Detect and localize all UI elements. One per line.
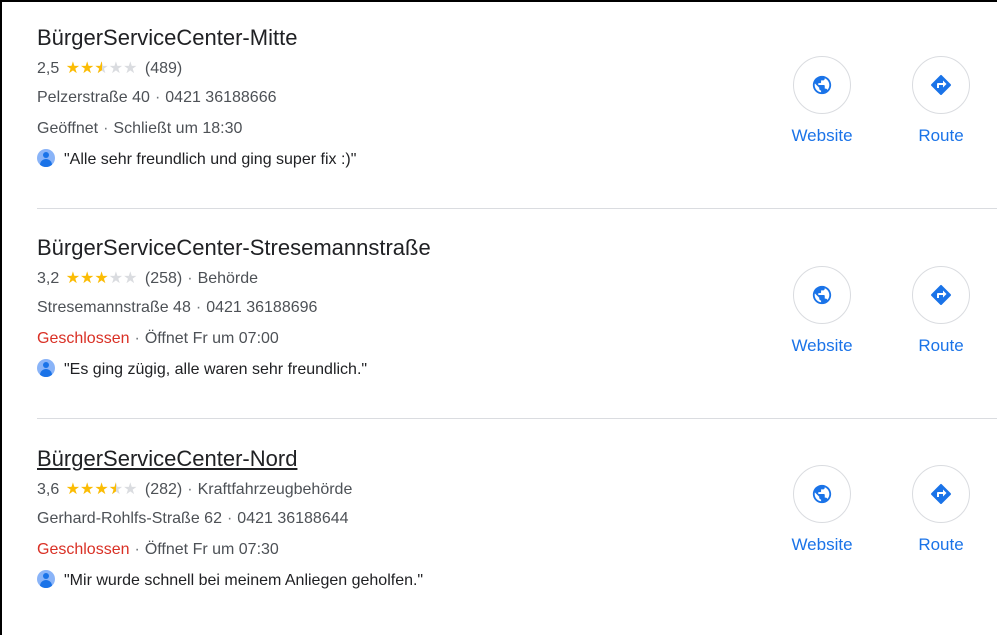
route-button[interactable]: Route — [896, 266, 986, 356]
phone: 0421 36188696 — [206, 299, 318, 316]
review-count[interactable]: (282) — [145, 481, 182, 498]
address: Gerhard-Rohlfs-Straße 62 — [37, 510, 222, 527]
review-snippet: "Mir wurde schnell bei meinem Anliegen g… — [64, 572, 424, 589]
website-button-circle[interactable] — [793, 266, 851, 324]
person-avatar-icon — [37, 149, 55, 167]
website-label[interactable]: Website — [777, 126, 867, 146]
open-status: Geöffnet — [37, 120, 99, 137]
hours-line: Geschlossen · Öffnet Fr um 07:00 — [37, 330, 279, 347]
star-rating: ★★★★★ — [65, 270, 138, 287]
rating-line: 3,2 ★★★★★ (258) · Behörde — [37, 270, 259, 287]
person-avatar-icon — [37, 570, 55, 588]
website-button-circle[interactable] — [793, 465, 851, 523]
website-label[interactable]: Website — [777, 336, 867, 356]
category: Behörde — [197, 270, 259, 287]
website-button[interactable]: Website — [777, 266, 867, 356]
route-button-circle[interactable] — [912, 465, 970, 523]
route-button[interactable]: Route — [896, 56, 986, 146]
closed-status: Geschlossen — [37, 330, 130, 347]
address-line: Pelzerstraße 40 · 0421 36188666 — [37, 89, 277, 106]
star-rating: ★★★★★ — [66, 480, 138, 500]
place-name[interactable]: BürgerServiceCenter-Mitte — [37, 25, 297, 51]
globe-icon — [812, 75, 832, 95]
phone: 0421 36188666 — [165, 89, 277, 106]
closed-status: Geschlossen — [37, 541, 130, 558]
address: Stresemannstraße 48 — [37, 299, 191, 316]
review-count[interactable]: (489) — [145, 60, 182, 77]
review-snippet: "Es ging zügig, alle waren sehr freundli… — [64, 361, 368, 378]
phone: 0421 36188644 — [237, 510, 349, 527]
hours-line: Geöffnet · Schließt um 18:30 — [37, 120, 243, 137]
review-snippet-line: "Es ging zügig, alle waren sehr freundli… — [37, 359, 367, 380]
website-label[interactable]: Website — [777, 535, 867, 555]
website-button[interactable]: Website — [777, 465, 867, 555]
review-snippet: "Alle sehr freundlich und ging super fix… — [64, 151, 357, 168]
review-count[interactable]: (258) — [145, 270, 182, 287]
hours-text: Öffnet Fr um 07:30 — [144, 541, 279, 558]
review-snippet-line: "Alle sehr freundlich und ging super fix… — [37, 149, 356, 170]
address-line: Gerhard-Rohlfs-Straße 62 · 0421 36188644 — [37, 510, 349, 527]
review-snippet-line: "Mir wurde schnell bei meinem Anliegen g… — [37, 570, 423, 591]
rating-line: 3,6 ★★★★★ (282)·Kraftfahrzeugbehörde — [37, 480, 352, 500]
globe-icon — [812, 285, 832, 305]
directions-icon — [931, 483, 952, 504]
rating-value: 3,6 — [37, 481, 60, 498]
globe-icon — [812, 484, 832, 504]
website-button-circle[interactable] — [793, 56, 851, 114]
rating-value: 3,2 — [37, 270, 60, 287]
divider — [37, 418, 997, 419]
route-button-circle[interactable] — [912, 56, 970, 114]
hours-text: Öffnet Fr um 07:00 — [144, 330, 279, 347]
route-label[interactable]: Route — [896, 336, 986, 356]
website-button[interactable]: Website — [777, 56, 867, 146]
directions-icon — [931, 74, 952, 95]
person-avatar-icon — [37, 359, 55, 377]
rating-value: 2,5 — [37, 60, 60, 77]
address: Pelzerstraße 40 — [37, 89, 150, 106]
hours-text: Schließt um 18:30 — [113, 120, 243, 137]
route-label[interactable]: Route — [896, 535, 986, 555]
divider — [37, 208, 997, 209]
route-button[interactable]: Route — [896, 465, 986, 555]
place-name[interactable]: BürgerServiceCenter-Nord — [37, 446, 297, 472]
hours-line: Geschlossen · Öffnet Fr um 07:30 — [37, 541, 279, 558]
route-button-circle[interactable] — [912, 266, 970, 324]
star-rating: ★★★★★ — [66, 59, 138, 79]
category: Kraftfahrzeugbehörde — [197, 481, 353, 498]
place-name[interactable]: BürgerServiceCenter-Stresemannstraße — [37, 235, 431, 261]
route-label[interactable]: Route — [896, 126, 986, 146]
address-line: Stresemannstraße 48 · 0421 36188696 — [37, 299, 318, 316]
directions-icon — [931, 284, 952, 305]
rating-line: 2,5 ★★★★★ (489) — [37, 59, 182, 79]
